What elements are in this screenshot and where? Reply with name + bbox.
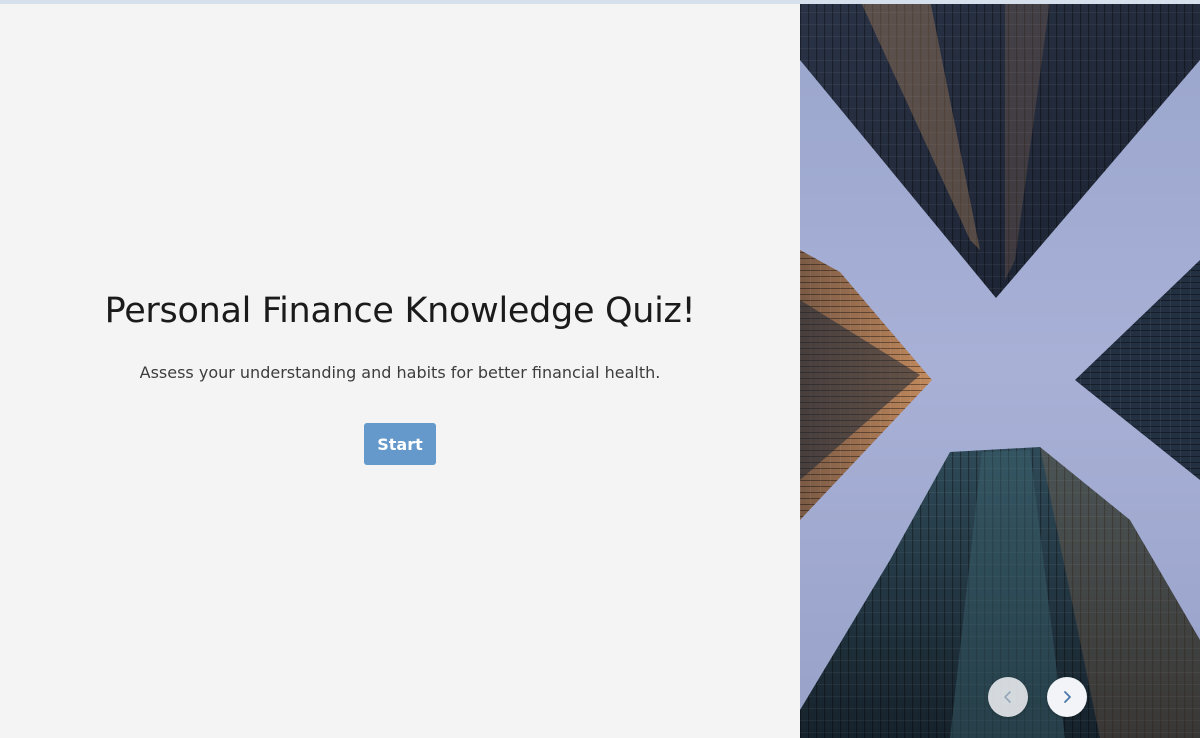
start-button[interactable]: Start	[364, 423, 436, 465]
progress-bar	[0, 0, 1200, 4]
chevron-left-icon	[1004, 691, 1011, 703]
skyscrapers-photo	[800, 0, 1200, 738]
quiz-subtitle: Assess your understanding and habits for…	[139, 363, 661, 382]
image-carousel	[800, 0, 1200, 738]
carousel-prev-button[interactable]	[988, 677, 1028, 717]
carousel-next-button[interactable]	[1047, 677, 1087, 717]
quiz-intro-panel: Personal Finance Knowledge Quiz! Assess …	[0, 0, 800, 738]
quiz-title: Personal Finance Knowledge Quiz!	[104, 291, 696, 331]
chevron-right-icon	[1064, 691, 1071, 703]
